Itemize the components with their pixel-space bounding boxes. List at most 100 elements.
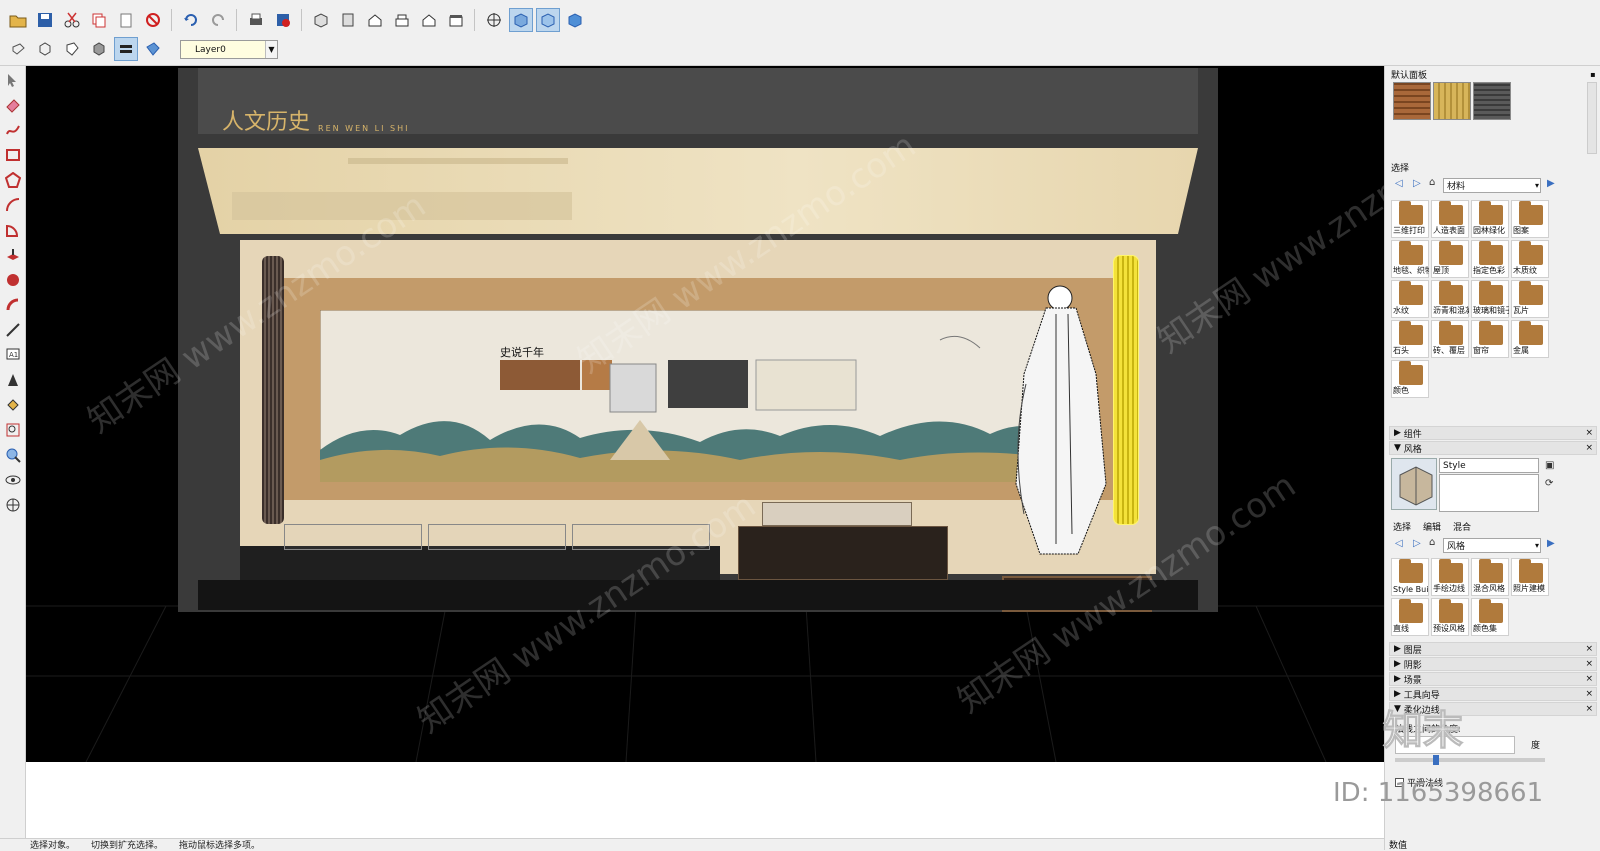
right-view-icon[interactable] bbox=[390, 8, 414, 32]
material-folder[interactable]: 沥青和混凝土 bbox=[1431, 280, 1469, 318]
shadows-tray-header[interactable]: ▶ 阴影 × bbox=[1389, 657, 1597, 671]
freehand-tool-icon[interactable] bbox=[2, 119, 24, 141]
wireframe-icon[interactable] bbox=[60, 37, 84, 61]
material-swatch-bamboo[interactable] bbox=[1433, 82, 1471, 120]
look-around-tool-icon[interactable] bbox=[2, 469, 24, 491]
tab-edit[interactable]: 编辑 bbox=[1423, 520, 1441, 533]
open-icon[interactable] bbox=[6, 8, 30, 32]
paint-bucket-tool-icon[interactable] bbox=[2, 394, 24, 416]
print-icon[interactable] bbox=[244, 8, 268, 32]
offset-tool-icon[interactable] bbox=[2, 294, 24, 316]
material-folder[interactable]: 三维打印 bbox=[1391, 200, 1429, 238]
section-cut-icon[interactable] bbox=[535, 8, 560, 32]
components-tray-header[interactable]: ▶ 组件 × bbox=[1389, 426, 1597, 440]
details-arrow-icon[interactable]: ▶ bbox=[1547, 538, 1555, 549]
chevron-down-icon[interactable]: ▾ bbox=[1535, 541, 1539, 550]
erase-icon[interactable] bbox=[141, 8, 165, 32]
styles-tray-header[interactable]: ▼ 风格 × bbox=[1389, 441, 1597, 455]
confucius-statue[interactable] bbox=[1006, 284, 1136, 564]
left-view-icon[interactable] bbox=[444, 8, 468, 32]
slider-thumb[interactable] bbox=[1433, 755, 1439, 765]
style-folder[interactable]: Style Builder bbox=[1391, 558, 1429, 596]
close-icon[interactable]: × bbox=[1585, 428, 1593, 438]
home-icon[interactable]: ⌂ bbox=[1429, 177, 1435, 188]
arc-tool-icon[interactable] bbox=[2, 194, 24, 216]
material-folder[interactable]: 金属 bbox=[1511, 320, 1549, 358]
material-folder[interactable]: 玻璃和镜子 bbox=[1471, 280, 1509, 318]
layer-dropdown[interactable]: Layer0 ▼ bbox=[180, 40, 278, 59]
model-info-icon[interactable] bbox=[271, 8, 295, 32]
redo-icon[interactable] bbox=[206, 8, 230, 32]
copy-icon[interactable] bbox=[87, 8, 111, 32]
close-icon[interactable]: × bbox=[1585, 443, 1593, 453]
close-icon[interactable]: × bbox=[1585, 659, 1593, 669]
update-style-icon[interactable]: ⟳ bbox=[1545, 478, 1553, 489]
close-icon[interactable]: × bbox=[1585, 704, 1593, 714]
pin-icon[interactable]: ▪ bbox=[1588, 69, 1598, 79]
home-icon[interactable]: ⌂ bbox=[1429, 537, 1435, 548]
tape-measure-tool-icon[interactable] bbox=[2, 319, 24, 341]
material-swatch-tile[interactable] bbox=[1473, 82, 1511, 120]
style-description-field[interactable] bbox=[1439, 474, 1539, 512]
close-icon[interactable]: × bbox=[1585, 674, 1593, 684]
pie-tool-icon[interactable] bbox=[2, 219, 24, 241]
back-arrow-icon[interactable]: ◁ bbox=[1395, 538, 1403, 549]
material-folder[interactable]: 图案 bbox=[1511, 200, 1549, 238]
xray-icon[interactable] bbox=[6, 37, 30, 61]
axes-tool-icon[interactable] bbox=[2, 369, 24, 391]
back-arrow-icon[interactable]: ◁ bbox=[1395, 178, 1403, 189]
zoom-window-tool-icon[interactable] bbox=[2, 419, 24, 441]
close-icon[interactable]: × bbox=[1585, 644, 1593, 654]
create-style-icon[interactable]: ▣ bbox=[1545, 460, 1554, 471]
chevron-down-icon[interactable]: ▾ bbox=[1535, 181, 1539, 190]
material-folder[interactable]: 指定色彩 bbox=[1471, 240, 1509, 278]
style-folder[interactable]: 手绘边线 bbox=[1431, 558, 1469, 596]
material-folder[interactable]: 窗帘 bbox=[1471, 320, 1509, 358]
paste-icon[interactable] bbox=[114, 8, 138, 32]
follow-me-tool-icon[interactable] bbox=[2, 269, 24, 291]
material-folder[interactable]: 地毯、织物 bbox=[1391, 240, 1429, 278]
undo-icon[interactable] bbox=[179, 8, 203, 32]
material-library-dropdown[interactable]: 材料 ▾ bbox=[1443, 178, 1541, 193]
rectangle-tool-icon[interactable] bbox=[2, 144, 24, 166]
3d-viewport[interactable]: 人文历史 REN WEN LI SHI 史说千年 知末网 www.znzmo.c… bbox=[26, 66, 1384, 762]
pan-view-icon[interactable] bbox=[508, 8, 533, 32]
forward-arrow-icon[interactable]: ▷ bbox=[1413, 538, 1421, 549]
front-view-icon[interactable] bbox=[363, 8, 387, 32]
material-folder[interactable]: 石头 bbox=[1391, 320, 1429, 358]
tab-select[interactable]: 选择 bbox=[1393, 520, 1411, 533]
material-folder[interactable]: 水纹 bbox=[1391, 280, 1429, 318]
top-view-icon[interactable] bbox=[336, 8, 360, 32]
material-folder[interactable]: 人造表面 bbox=[1431, 200, 1469, 238]
style-folder[interactable]: 照片建模 bbox=[1511, 558, 1549, 596]
style-library-dropdown[interactable]: 风格 ▾ bbox=[1443, 538, 1541, 553]
material-folder[interactable]: 园林绿化 bbox=[1471, 200, 1509, 238]
push-pull-tool-icon[interactable] bbox=[2, 244, 24, 266]
material-swatch-brick[interactable] bbox=[1393, 82, 1431, 120]
shaded-icon[interactable] bbox=[113, 37, 138, 61]
orbit-icon[interactable] bbox=[482, 8, 506, 32]
material-folder[interactable]: 屋顶 bbox=[1431, 240, 1469, 278]
style-folder[interactable]: 颜色集 bbox=[1471, 598, 1509, 636]
style-folder[interactable]: 混合风格 bbox=[1471, 558, 1509, 596]
scenes-tray-header[interactable]: ▶ 场景 × bbox=[1389, 672, 1597, 686]
text-tool-icon[interactable]: A1 bbox=[2, 344, 24, 366]
material-folder[interactable]: 木质纹 bbox=[1511, 240, 1549, 278]
cut-icon[interactable] bbox=[60, 8, 84, 32]
back-edges-icon[interactable] bbox=[33, 37, 57, 61]
back-view-icon[interactable] bbox=[417, 8, 441, 32]
component-view-icon[interactable] bbox=[563, 8, 587, 32]
tab-mix[interactable]: 混合 bbox=[1453, 520, 1471, 533]
iso-view-icon[interactable] bbox=[309, 8, 333, 32]
hidden-line-icon[interactable] bbox=[87, 37, 111, 61]
material-folder[interactable]: 砖、覆层 bbox=[1431, 320, 1469, 358]
style-name-field[interactable]: Style bbox=[1439, 458, 1539, 473]
layers-tray-header[interactable]: ▶ 图层 × bbox=[1389, 642, 1597, 656]
material-folder[interactable]: 颜色 bbox=[1391, 360, 1429, 398]
save-icon[interactable] bbox=[33, 8, 57, 32]
zoom-tool-icon[interactable] bbox=[2, 444, 24, 466]
soften-angle-slider[interactable] bbox=[1395, 755, 1545, 765]
close-icon[interactable]: × bbox=[1585, 689, 1593, 699]
material-folder[interactable]: 瓦片 bbox=[1511, 280, 1549, 318]
select-tool-icon[interactable] bbox=[2, 69, 24, 91]
